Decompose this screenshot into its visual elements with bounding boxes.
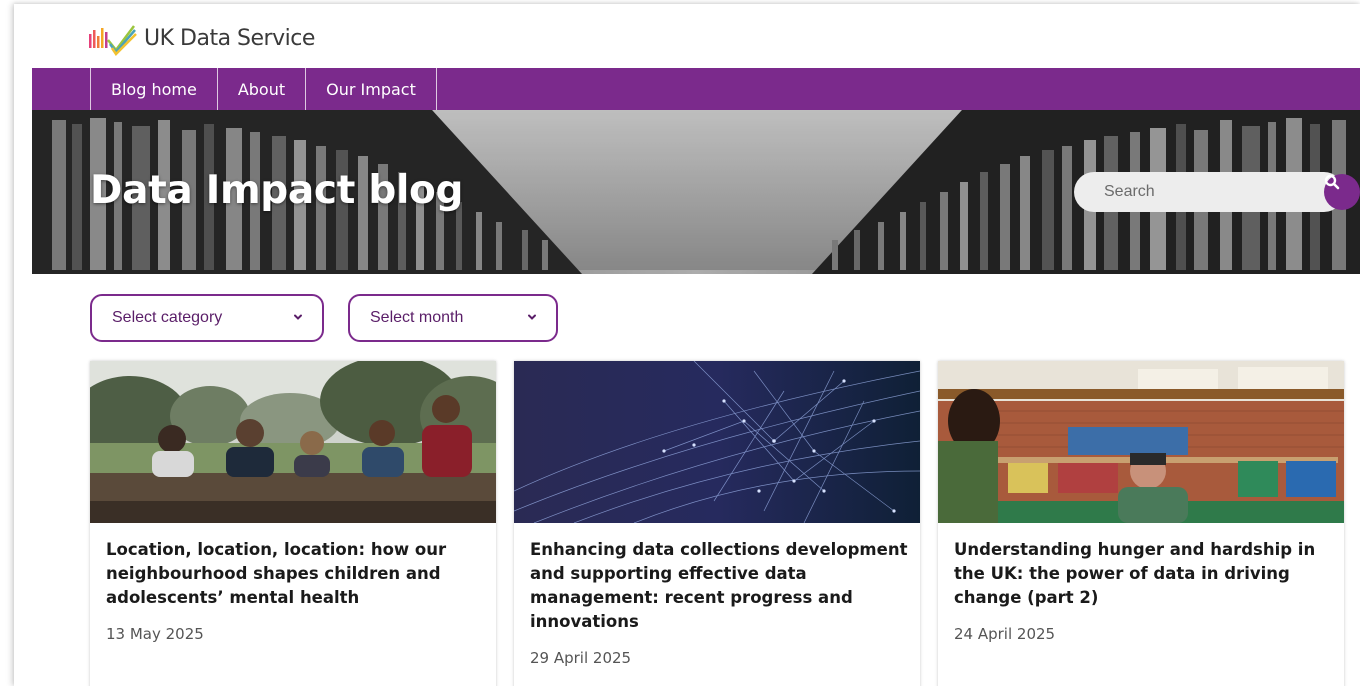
main-nav: Blog home About Our Impact	[32, 68, 1360, 110]
hero-banner: Data Impact blog	[32, 110, 1360, 274]
search-box	[1074, 172, 1360, 212]
month-select-label: Select month	[370, 309, 464, 326]
page-title: Data Impact blog	[90, 168, 464, 213]
chevron-down-icon	[528, 314, 536, 320]
nav-item-about[interactable]: About	[216, 68, 305, 110]
post-title[interactable]: Understanding hunger and hardship in the…	[954, 538, 1334, 610]
category-select[interactable]: Select category	[90, 294, 324, 342]
search-input[interactable]	[1074, 172, 1344, 212]
network-lines-image	[514, 361, 920, 523]
brand-name: UK Data Service	[144, 25, 315, 51]
post-date: 29 April 2025	[530, 649, 632, 667]
chevron-down-icon	[294, 314, 302, 320]
post-title[interactable]: Enhancing data collections development a…	[530, 538, 910, 634]
post-card[interactable]: Understanding hunger and hardship in the…	[938, 361, 1344, 686]
nav-item-blog-home[interactable]: Blog home	[90, 68, 217, 110]
post-thumbnail[interactable]	[938, 361, 1344, 523]
post-title[interactable]: Location, location, location: how our ne…	[106, 538, 486, 610]
post-card[interactable]: Location, location, location: how our ne…	[90, 361, 496, 686]
brand-logo[interactable]: UK Data Service	[88, 18, 315, 58]
post-thumbnail[interactable]	[90, 361, 496, 523]
category-select-label: Select category	[112, 309, 223, 326]
post-date: 24 April 2025	[954, 625, 1056, 643]
search-button[interactable]	[1324, 174, 1360, 210]
post-card[interactable]: Enhancing data collections development a…	[514, 361, 920, 686]
nav-item-our-impact[interactable]: Our Impact	[305, 68, 437, 110]
page-frame: UK Data Service Blog home About Our Impa…	[14, 4, 1360, 686]
post-date: 13 May 2025	[106, 625, 204, 643]
logo-mark-icon	[89, 25, 137, 56]
children-on-bench-image	[90, 361, 496, 523]
month-select[interactable]: Select month	[348, 294, 558, 342]
search-icon	[1324, 174, 1340, 190]
post-thumbnail[interactable]	[514, 361, 920, 523]
food-bank-image	[938, 361, 1344, 523]
